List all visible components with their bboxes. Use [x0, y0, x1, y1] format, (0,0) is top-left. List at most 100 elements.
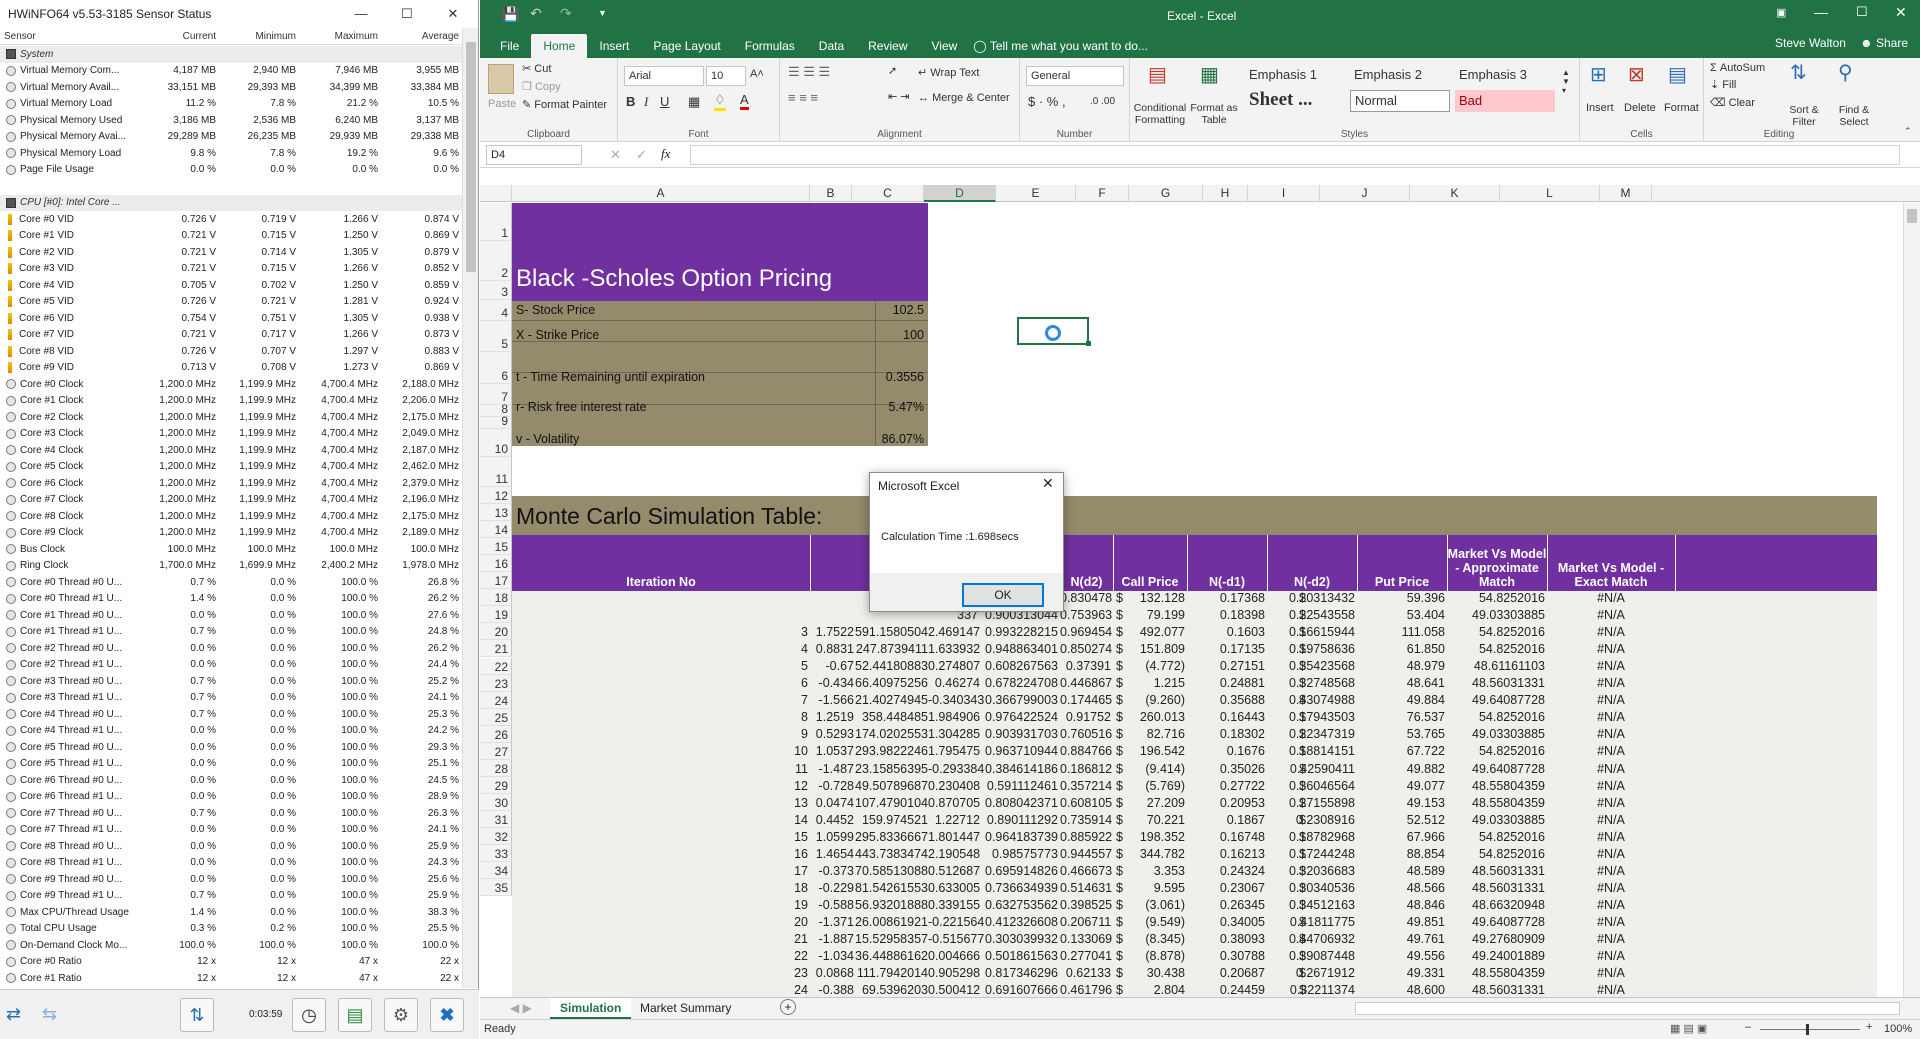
- tab-data[interactable]: Data: [807, 34, 856, 58]
- table-cell[interactable]: 49.64087728: [1447, 693, 1545, 707]
- table-cell[interactable]: 9.595: [1127, 881, 1185, 895]
- table-cell[interactable]: 7: [782, 693, 808, 707]
- col-maximum[interactable]: Maximum: [300, 28, 382, 44]
- cell-area[interactable]: Black -Scholes Option Pricing S- Stock P…: [512, 203, 1903, 997]
- title-cell[interactable]: Black -Scholes Option Pricing: [516, 265, 832, 293]
- table-cell[interactable]: 0.1603: [1187, 625, 1265, 639]
- sensor-row[interactable]: Core #1 VID 0.721 V 0.715 V 1.250 V 0.869 V: [0, 228, 463, 245]
- style-emphasis-2[interactable]: Emphasis 2: [1350, 64, 1450, 86]
- table-cell[interactable]: 49.153: [1372, 796, 1445, 810]
- row-header[interactable]: 27: [480, 742, 512, 760]
- table-cell[interactable]: -1.887: [812, 932, 854, 946]
- table-cell[interactable]: 17: [782, 864, 808, 878]
- table-cell[interactable]: 67.966: [1372, 830, 1445, 844]
- table-cell[interactable]: 0.466673: [1060, 864, 1112, 878]
- table-cell[interactable]: 0.0474: [812, 796, 854, 810]
- sensor-spacer[interactable]: [0, 178, 463, 195]
- maximize-button[interactable]: ☐: [384, 0, 430, 27]
- table-cell[interactable]: -0.515677: [928, 932, 984, 946]
- sensor-row[interactable]: Core #0 Thread #1 U... 1.4 % 0.0 % 100.0 % 2…: [0, 591, 463, 608]
- sensor-row[interactable]: Core #2 VID 0.721 V 0.714 V 1.305 V 0.879 V: [0, 244, 463, 261]
- borders-icon[interactable]: ▦: [688, 94, 700, 110]
- horizontal-scrollbar[interactable]: [1355, 1002, 1900, 1015]
- table-cell[interactable]: 48.566: [1372, 881, 1445, 895]
- table-cell[interactable]: 49.64087728: [1447, 915, 1545, 929]
- sensor-row[interactable]: Core #7 Thread #1 U... 0.0 % 0.0 % 100.0 % 2…: [0, 822, 463, 839]
- style-bad[interactable]: Bad: [1455, 90, 1555, 112]
- sensor-row[interactable]: Total CPU Usage 0.3 % 0.2 % 100.0 % 25.5 %: [0, 921, 463, 938]
- row-header[interactable]: 2: [480, 241, 512, 281]
- table-cell[interactable]: 0.678224708: [980, 676, 1058, 690]
- table-cell[interactable]: 1.304285: [928, 727, 980, 741]
- table-cell[interactable]: 49.50789687: [854, 779, 928, 793]
- table-cell[interactable]: #N/A: [1547, 608, 1675, 622]
- style-normal[interactable]: Normal: [1350, 90, 1450, 112]
- table-cell[interactable]: #N/A: [1547, 591, 1675, 605]
- table-cell[interactable]: 48.55804359: [1447, 779, 1545, 793]
- table-cell[interactable]: 0.32036683: [1267, 864, 1355, 878]
- vertical-scrollbar[interactable]: [1903, 203, 1920, 998]
- name-box[interactable]: D4: [486, 145, 582, 165]
- table-cell[interactable]: 132.128: [1127, 591, 1185, 605]
- sensor-group-header[interactable]: CPU [#0]: Intel Core ...: [0, 194, 463, 211]
- table-cell[interactable]: -0.67: [812, 659, 855, 673]
- table-cell[interactable]: 49.882: [1372, 762, 1445, 776]
- mc-header-l[interactable]: Market Vs Model - Exact Match: [1547, 535, 1675, 591]
- row-header[interactable]: 14: [480, 521, 512, 539]
- tab-home[interactable]: Home: [531, 34, 588, 58]
- sensor-row[interactable]: Page File Usage 0.0 % 0.0 % 0.0 % 0.0 %: [0, 162, 463, 179]
- table-cell[interactable]: 0.8831: [812, 642, 854, 656]
- table-cell[interactable]: 81.54261553: [854, 881, 928, 895]
- table-cell[interactable]: 49.03303885: [1447, 727, 1545, 741]
- table-cell[interactable]: #N/A: [1547, 796, 1675, 810]
- table-cell[interactable]: (4.772): [1127, 659, 1185, 673]
- table-cell[interactable]: 0.98575773: [980, 847, 1058, 861]
- find-select-icon[interactable]: ⚲: [1838, 60, 1853, 85]
- qat-menu-icon[interactable]: ▼: [598, 8, 607, 18]
- table-cell[interactable]: 48.56031331: [1447, 881, 1545, 895]
- param-label[interactable]: t - Time Remaining until expiration: [516, 370, 705, 384]
- row-header[interactable]: 28: [480, 759, 512, 777]
- table-cell[interactable]: 344.782: [1127, 847, 1185, 861]
- column-header-k[interactable]: K: [1410, 185, 1500, 202]
- table-cell[interactable]: 0.501861563: [980, 949, 1058, 963]
- table-cell[interactable]: 49.331: [1372, 966, 1445, 980]
- table-cell[interactable]: 0.736634939: [980, 881, 1058, 895]
- cancel-icon[interactable]: ✕: [610, 147, 621, 163]
- table-cell[interactable]: 49.077: [1372, 779, 1445, 793]
- currency-icon[interactable]: $ · % ,: [1028, 94, 1066, 109]
- table-cell[interactable]: 6: [782, 676, 808, 690]
- table-cell[interactable]: 27.209: [1127, 796, 1185, 810]
- sensor-row[interactable]: Core #9 Clock 1,200.0 MHz 1,199.9 MHz 4,700…: [0, 525, 463, 542]
- table-cell[interactable]: (8.345): [1127, 932, 1185, 946]
- table-cell[interactable]: 0.16615944: [1267, 625, 1355, 639]
- select-all-corner[interactable]: [480, 185, 512, 202]
- column-header-c[interactable]: C: [852, 185, 924, 202]
- table-cell[interactable]: -1.487: [812, 762, 854, 776]
- table-cell[interactable]: 67.722: [1372, 744, 1445, 758]
- table-cell[interactable]: 0.20953: [1187, 796, 1265, 810]
- sensor-row[interactable]: Core #8 Thread #0 U... 0.0 % 0.0 % 100.0 % 2…: [0, 838, 463, 855]
- table-cell[interactable]: 52.44180883: [854, 659, 928, 673]
- table-cell[interactable]: 0.37391: [1060, 659, 1111, 673]
- table-cell[interactable]: 0.903931703: [980, 727, 1058, 741]
- sensor-row[interactable]: Core #6 Thread #0 U... 0.0 % 0.0 % 100.0 % 2…: [0, 772, 463, 789]
- row-header[interactable]: 3: [480, 281, 512, 300]
- table-cell[interactable]: 0.884766: [1060, 744, 1112, 758]
- tab-review[interactable]: Review: [856, 34, 919, 58]
- clear-button[interactable]: ⌫ Clear: [1710, 96, 1755, 109]
- table-row[interactable]: 16 1.4654 443.7383474 2.190548 0.98575773 0.9…: [512, 847, 1903, 864]
- sort-filter-button[interactable]: Sort & Filter: [1780, 104, 1828, 128]
- table-cell[interactable]: 0.230408: [928, 779, 980, 793]
- table-cell[interactable]: 0.22543558: [1267, 608, 1355, 622]
- table-row[interactable]: 337 0.900313044 0.753963 79.199 0.18398 0.225…: [512, 608, 1903, 625]
- table-cell[interactable]: 69.5396203: [854, 983, 928, 997]
- table-cell[interactable]: 0.870705: [928, 796, 980, 810]
- param-value[interactable]: 86.07%: [868, 432, 924, 446]
- col-current[interactable]: Current: [150, 28, 220, 44]
- table-cell[interactable]: -0.434: [812, 676, 854, 690]
- table-cell[interactable]: 54.8252016: [1447, 642, 1545, 656]
- sensor-row[interactable]: Core #6 Thread #1 U... 0.0 % 0.0 % 100.0 % 2…: [0, 789, 463, 806]
- table-cell[interactable]: 0.18302: [1187, 727, 1265, 741]
- table-cell[interactable]: 0.890111292: [980, 813, 1058, 827]
